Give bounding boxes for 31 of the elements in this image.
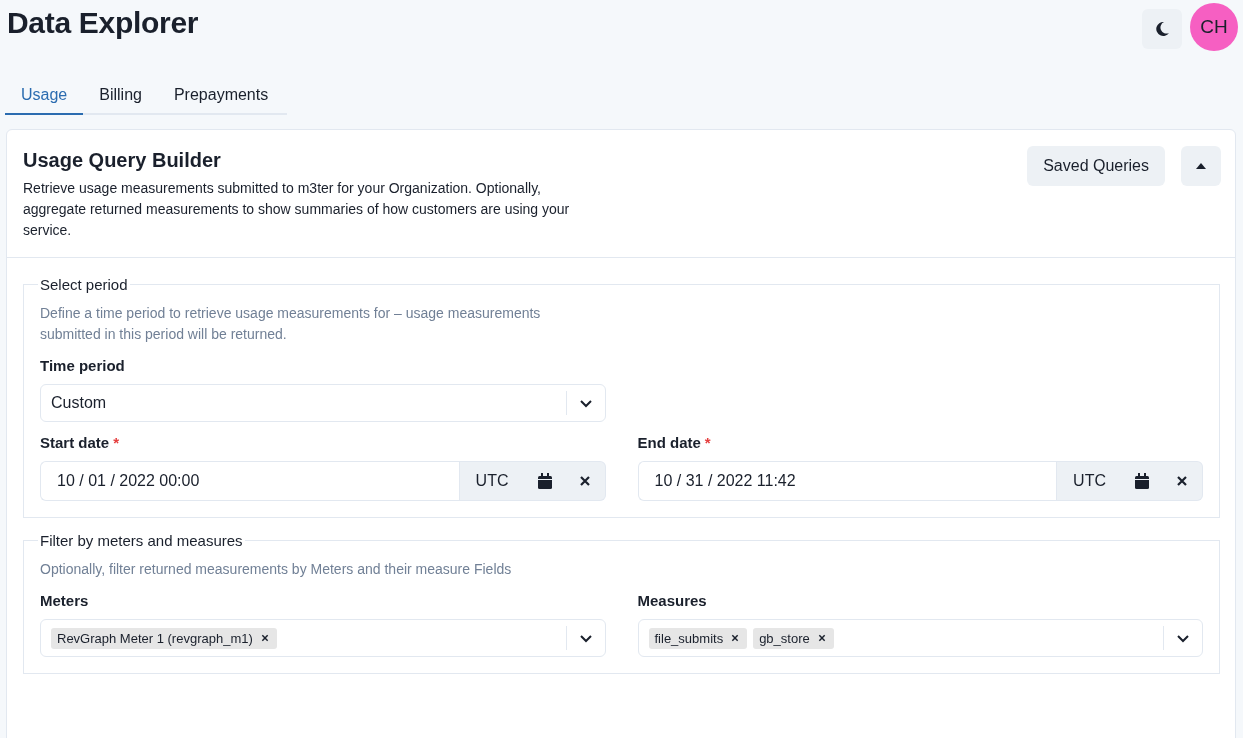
field-label: Meters (40, 592, 90, 609)
multi-select[interactable]: file_submits gb_store (637, 619, 1203, 657)
time-period-select[interactable]: Custom (40, 384, 606, 422)
section-legend: Filter by meters and measures (38, 532, 245, 549)
required-mark: * (113, 434, 120, 451)
user-avatar[interactable]: CH (1190, 3, 1238, 51)
section-legend: Select period (38, 276, 130, 293)
page-title: Data Explorer (7, 6, 199, 40)
tab[interactable]: Prepayments (157, 77, 285, 115)
tab[interactable]: Usage (5, 77, 84, 115)
field-label: End date * (637, 434, 712, 451)
section-hint: Define a time period to retrieve usage measurements for – usage measurements submitted in this period will be returned. (40, 304, 542, 344)
field-label: Start date * (40, 434, 121, 451)
close-icon[interactable] (817, 634, 826, 642)
moon-icon (1154, 20, 1170, 37)
required-mark: * (704, 434, 711, 451)
saved-queries-button[interactable]: Saved Queries (1027, 146, 1165, 186)
theme-toggle-button[interactable] (1142, 8, 1182, 49)
close-icon[interactable] (260, 634, 269, 642)
selected-tag: file_submits (648, 627, 748, 649)
multi-select[interactable]: RevGraph Meter 1 (revgraph_m1) (40, 619, 606, 657)
section-hint: Optionally, filter returned measurements by Meters and their measure Fields (40, 560, 513, 579)
selected-tag: RevGraph Meter 1 (revgraph_m1) (51, 627, 277, 649)
field-label: Time period (40, 357, 126, 374)
field-label: Measures (637, 592, 708, 609)
caret-icon (1196, 163, 1206, 169)
selected-tag: gb_store (753, 627, 834, 649)
close-icon[interactable] (731, 634, 740, 642)
card-description: Retrieve usage measurements submitted to m3ter for your Organization. Optionally, aggregate returned measurements to show summaries of how customers are using your service. (23, 179, 571, 240)
tab[interactable]: Billing (83, 77, 158, 115)
card-title: Usage Query Builder (23, 149, 222, 172)
